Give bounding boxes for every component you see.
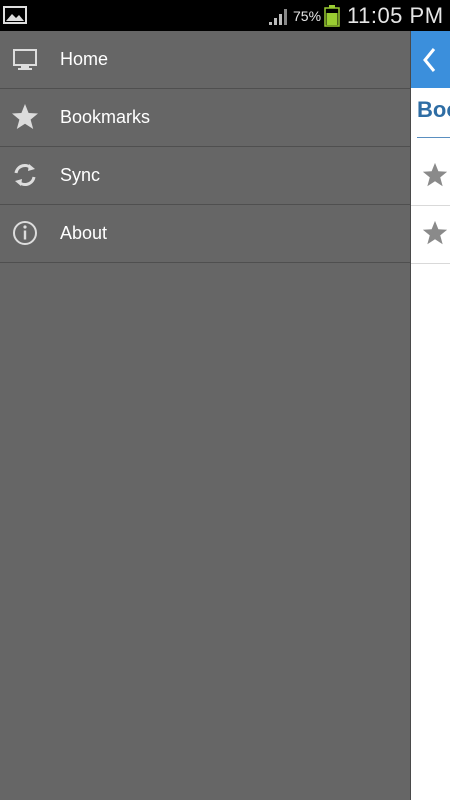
sync-icon <box>14 164 36 186</box>
info-icon <box>13 221 37 245</box>
gallery-icon <box>3 6 27 24</box>
battery-icon <box>324 5 340 27</box>
drawer-item-label: Bookmarks <box>60 107 151 127</box>
clock: 11:05 PM <box>347 3 444 28</box>
page-title: Boo <box>417 97 450 122</box>
star-icon <box>12 104 38 129</box>
drawer-item-about[interactable]: About <box>0 205 410 263</box>
drawer-item-label: Sync <box>60 165 101 185</box>
star-icon <box>422 220 448 245</box>
list-item[interactable] <box>411 206 450 264</box>
drawer-item-sync[interactable]: Sync <box>0 147 410 205</box>
drawer-item-label: Home <box>60 49 109 69</box>
status-bar: 75% 11:05 PM <box>0 0 450 31</box>
monitor-icon <box>13 49 37 70</box>
title-divider <box>417 137 450 138</box>
action-bar <box>411 31 450 88</box>
star-icon <box>422 162 448 187</box>
signal-icon <box>269 9 287 25</box>
drawer-item-bookmarks[interactable]: Bookmarks <box>0 89 410 147</box>
drawer-item-home[interactable]: Home <box>0 31 410 89</box>
battery-percent: 75% <box>293 8 322 24</box>
drawer-item-label: About <box>60 223 108 243</box>
main-content-peek: Boo <box>411 31 450 800</box>
list-item[interactable] <box>411 148 450 206</box>
back-chevron-icon[interactable] <box>419 45 439 75</box>
navigation-drawer: Home Bookmarks Sync About <box>0 31 411 800</box>
